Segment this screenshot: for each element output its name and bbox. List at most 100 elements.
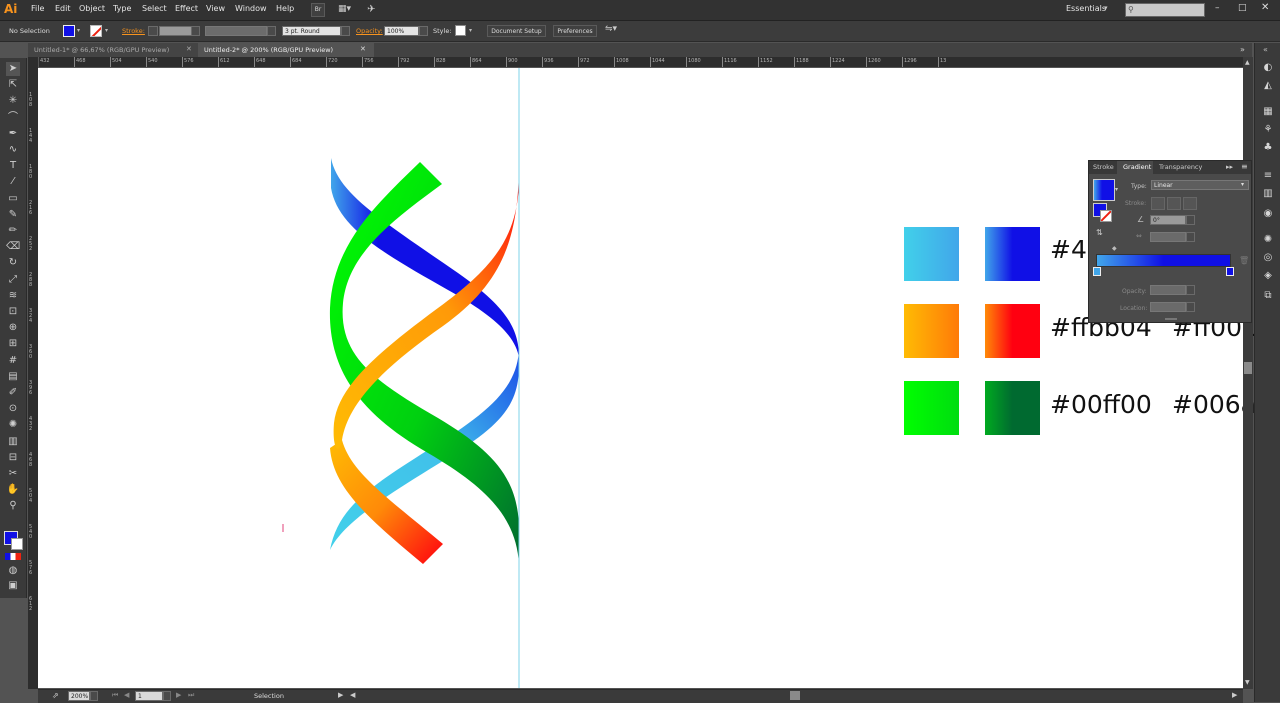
- color-guide-icon[interactable]: ◭: [1261, 79, 1275, 93]
- workspace-chevron-icon[interactable]: ▾: [1104, 4, 1108, 12]
- minimize-icon[interactable]: –: [1215, 3, 1220, 13]
- tab-untitled-1[interactable]: Untitled-1* @ 66,67% (RGB/GPU Preview): [28, 43, 198, 57]
- stroke-icon[interactable]: ≡: [1261, 169, 1275, 183]
- stroke-stepper[interactable]: [148, 26, 158, 36]
- pencil-tool-icon[interactable]: ✏: [6, 224, 20, 238]
- menu-view[interactable]: View: [206, 4, 225, 13]
- opacity-label[interactable]: Opacity:: [356, 27, 383, 35]
- stroke-weight-dropdown[interactable]: [191, 26, 200, 36]
- layers-icon[interactable]: ◈: [1261, 269, 1275, 283]
- variable-width-profile[interactable]: [205, 26, 267, 36]
- lasso-tool-icon[interactable]: ⌒: [6, 111, 20, 125]
- opacity-field[interactable]: 100%: [384, 26, 419, 36]
- shape-builder-tool-icon[interactable]: ⊕: [6, 321, 20, 335]
- menu-edit[interactable]: Edit: [55, 4, 71, 13]
- stop-opacity-field[interactable]: [1150, 285, 1186, 295]
- curvature-tool-icon[interactable]: ∿: [6, 143, 20, 157]
- gpu-performance-icon[interactable]: ✈: [367, 3, 381, 16]
- scroll-right-icon[interactable]: ▶: [1232, 691, 1237, 699]
- preferences-button[interactable]: Preferences: [553, 25, 597, 37]
- gradient-stop-right[interactable]: [1226, 267, 1234, 276]
- helix-artwork[interactable]: [38, 68, 1243, 688]
- graph-tool-icon[interactable]: ▥: [6, 435, 20, 449]
- search-input[interactable]: ⚲: [1125, 3, 1205, 17]
- status-menu-icon[interactable]: ▶: [338, 691, 343, 699]
- blend-tool-icon[interactable]: ⊙: [6, 402, 20, 416]
- appearance-icon[interactable]: ✺: [1261, 233, 1275, 247]
- menu-effect[interactable]: Effect: [175, 4, 198, 13]
- magic-wand-tool-icon[interactable]: ✳: [6, 94, 20, 108]
- stroke-swatch[interactable]: [90, 25, 102, 37]
- symbols-icon[interactable]: ♣: [1261, 141, 1275, 155]
- brush-definition-dropdown[interactable]: [341, 26, 350, 36]
- gradient-type-chevron-icon[interactable]: ▾: [1241, 181, 1244, 188]
- gradient-preset-dropdown-icon[interactable]: ▾: [1115, 186, 1118, 193]
- rectangle-tool-icon[interactable]: ▭: [6, 192, 20, 206]
- line-tool-icon[interactable]: ⁄: [6, 175, 20, 189]
- selection-tool-icon[interactable]: ➤: [6, 62, 20, 76]
- angle-field[interactable]: 0°: [1150, 215, 1186, 225]
- horizontal-ruler[interactable]: 432 468 504 540 576 612 648 684 720 756 792 828 864 9…: [38, 57, 1244, 68]
- brush-definition[interactable]: 3 pt. Round: [282, 26, 341, 36]
- delete-stop-icon[interactable]: 🗑: [1239, 256, 1249, 265]
- screen-mode-icon[interactable]: ▣: [6, 579, 20, 593]
- direct-selection-tool-icon[interactable]: ⇱: [6, 78, 20, 92]
- panel-collapse-icon[interactable]: ▸▸: [1226, 163, 1233, 171]
- bridge-button[interactable]: Br: [311, 3, 325, 17]
- next-artboard-icon[interactable]: ▶: [176, 691, 181, 699]
- opacity-dropdown[interactable]: [419, 26, 428, 36]
- share-icon[interactable]: ⇗: [52, 691, 64, 701]
- drawing-mode-icon[interactable]: ◍: [6, 564, 20, 578]
- menu-type[interactable]: Type: [113, 4, 131, 13]
- swatches-icon[interactable]: ▦: [1261, 105, 1275, 119]
- style-dropdown-icon[interactable]: ▾: [469, 27, 472, 34]
- symbol-sprayer-tool-icon[interactable]: ✺: [6, 418, 20, 432]
- artboard-number-field[interactable]: 1: [135, 691, 163, 701]
- tab-gradient[interactable]: Gradient: [1117, 161, 1153, 174]
- stop-location-dropdown[interactable]: [1186, 302, 1195, 312]
- vertical-scroll-thumb[interactable]: [1244, 362, 1252, 374]
- tab-close-icon[interactable]: ✕: [186, 45, 192, 53]
- warp-tool-icon[interactable]: ≋: [6, 289, 20, 303]
- free-transform-tool-icon[interactable]: ⊡: [6, 305, 20, 319]
- scroll-left-icon[interactable]: ◀: [350, 691, 355, 699]
- artboards-icon[interactable]: ⧉: [1261, 289, 1275, 303]
- tab-close-icon[interactable]: ✕: [360, 45, 366, 53]
- menu-select[interactable]: Select: [142, 4, 167, 13]
- fill-dropdown-icon[interactable]: ▾: [77, 27, 80, 34]
- panel-resize-handle[interactable]: [1165, 318, 1177, 320]
- tab-stroke[interactable]: Stroke: [1093, 161, 1114, 174]
- gradient-tool-icon[interactable]: ▤: [6, 370, 20, 384]
- stroke-across-icon[interactable]: [1183, 197, 1197, 210]
- reverse-gradient-icon[interactable]: ⇅: [1096, 228, 1103, 237]
- color-icon[interactable]: ◐: [1261, 61, 1275, 75]
- prev-artboard-icon[interactable]: ◀: [124, 691, 129, 699]
- gradient-preview-swatch[interactable]: [1093, 179, 1115, 201]
- gradient-slider[interactable]: [1096, 254, 1231, 267]
- tab-transparency[interactable]: Transparency: [1159, 161, 1202, 174]
- stroke-within-icon[interactable]: [1151, 197, 1165, 210]
- stroke-gradient-swatch[interactable]: [1100, 210, 1112, 222]
- midpoint-diamond-icon[interactable]: ◆: [1112, 245, 1117, 252]
- panel-menu-icon[interactable]: ≡: [1241, 162, 1248, 171]
- artboard-dropdown[interactable]: [163, 691, 171, 701]
- menu-help[interactable]: Help: [276, 4, 294, 13]
- toolbox-stroke-swatch[interactable]: [11, 538, 23, 550]
- hand-tool-icon[interactable]: ✋: [6, 483, 20, 497]
- perspective-tool-icon[interactable]: ⊞: [6, 337, 20, 351]
- stop-opacity-dropdown[interactable]: [1186, 285, 1195, 295]
- first-artboard-icon[interactable]: ⏮: [112, 691, 118, 700]
- mesh-tool-icon[interactable]: #: [6, 354, 20, 368]
- gradient-stop-left[interactable]: [1093, 267, 1101, 276]
- maximize-icon[interactable]: □: [1238, 3, 1247, 13]
- graphic-style-swatch[interactable]: [455, 25, 466, 36]
- align-options-icon[interactable]: ⇋▾: [605, 24, 617, 34]
- close-icon[interactable]: ✕: [1261, 2, 1269, 13]
- variable-width-dropdown[interactable]: [267, 26, 276, 36]
- aspect-ratio-field[interactable]: [1150, 232, 1186, 242]
- eraser-tool-icon[interactable]: ⌫: [6, 240, 20, 254]
- transparency-icon[interactable]: ◉: [1261, 207, 1275, 221]
- stroke-dropdown-icon[interactable]: ▾: [105, 27, 108, 34]
- horizontal-scroll-thumb[interactable]: [790, 691, 800, 700]
- dock-collapse-icon[interactable]: «: [1263, 45, 1268, 54]
